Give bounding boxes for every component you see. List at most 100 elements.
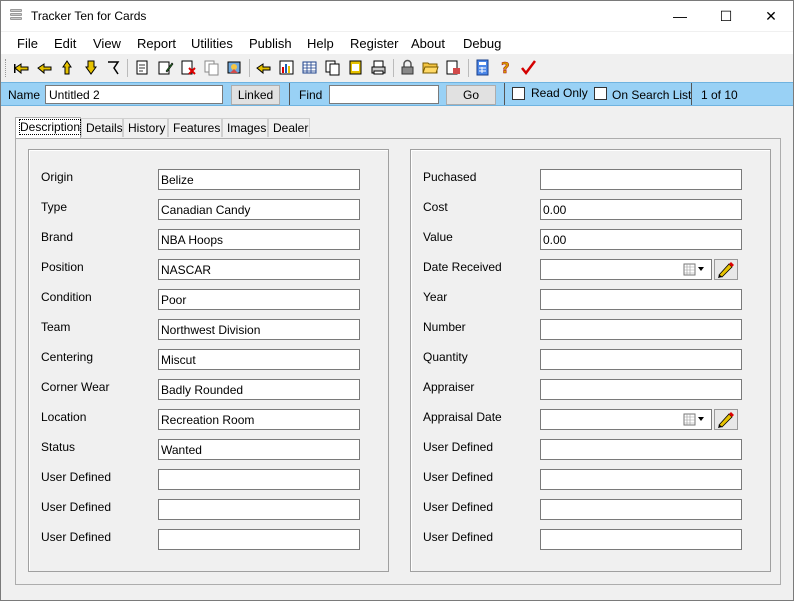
record-position: 1 of 10	[701, 88, 738, 102]
title-bar: Tracker Ten for Cards — ☐ ✕	[1, 1, 793, 31]
film-icon[interactable]	[347, 59, 364, 76]
user-defined-field[interactable]	[540, 529, 742, 550]
calculator-icon[interactable]	[474, 59, 491, 76]
last-record-icon[interactable]	[105, 59, 122, 76]
open-folder-icon[interactable]	[422, 59, 439, 76]
date-received-edit-button[interactable]	[714, 259, 738, 280]
menu-about[interactable]: About	[411, 36, 445, 51]
cost-field[interactable]: 0.00	[540, 199, 742, 220]
origin-field[interactable]: Belize	[158, 169, 360, 190]
user-defined-field[interactable]	[540, 499, 742, 520]
corner-wear-label: Corner Wear	[41, 380, 110, 394]
tab-details[interactable]: Details	[81, 118, 123, 137]
calendar-dropdown-icon[interactable]	[683, 263, 707, 276]
menu-edit[interactable]: Edit	[54, 36, 76, 51]
brand-field[interactable]: NBA Hoops	[158, 229, 360, 250]
read-only-checkbox[interactable]	[512, 87, 525, 100]
user-defined-field[interactable]	[158, 469, 360, 490]
previous-record-icon[interactable]	[36, 59, 53, 76]
user-defined-field[interactable]	[158, 499, 360, 520]
corner-wear-field[interactable]: Badly Rounded	[158, 379, 360, 400]
linked-button[interactable]: Linked	[231, 85, 280, 105]
menu-file[interactable]: File	[17, 36, 38, 51]
user-defined-label: User Defined	[423, 440, 494, 454]
help-icon[interactable]: ?	[497, 59, 514, 76]
menu-view[interactable]: View	[93, 36, 121, 51]
right-field-group: Puchased Cost 0.00 Value 0.00 Date Received Ye…	[410, 149, 771, 572]
first-record-icon[interactable]	[13, 59, 30, 76]
date-received-date-picker[interactable]	[540, 259, 712, 280]
type-label: Type	[41, 200, 68, 214]
pencil-icon	[718, 412, 734, 428]
copy-record-icon[interactable]	[203, 59, 220, 76]
menu-register[interactable]: Register	[350, 36, 398, 51]
type-field[interactable]: Canadian Candy	[158, 199, 360, 220]
condition-label: Condition	[41, 290, 92, 304]
new-record-icon[interactable]	[134, 59, 151, 76]
user-defined-field[interactable]	[158, 529, 360, 550]
user-defined-field[interactable]	[540, 469, 742, 490]
export-icon[interactable]	[445, 59, 462, 76]
year-field[interactable]	[540, 289, 742, 310]
number-field[interactable]	[540, 319, 742, 340]
team-field[interactable]: Northwest Division	[158, 319, 360, 340]
lock-icon[interactable]	[399, 59, 416, 76]
condition-field[interactable]: Poor	[158, 289, 360, 310]
menu-utilities[interactable]: Utilities	[191, 36, 233, 51]
report-icon[interactable]	[278, 59, 295, 76]
quantity-label: Quantity	[423, 350, 468, 364]
user-defined-field[interactable]	[540, 439, 742, 460]
menu-publish[interactable]: Publish	[249, 36, 292, 51]
origin-label: Origin	[41, 170, 74, 184]
left-field-group: Origin Belize Type Canadian Candy Brand NBA H…	[28, 149, 389, 572]
close-button[interactable]: ✕	[748, 1, 794, 31]
appraiser-field[interactable]	[540, 379, 742, 400]
user-defined-label: User Defined	[423, 500, 494, 514]
tab-images[interactable]: Images	[222, 118, 268, 137]
toolbar-separator	[393, 59, 394, 77]
app-icon	[10, 9, 22, 23]
minimize-button[interactable]: —	[657, 1, 703, 31]
toolbar-separator	[249, 59, 250, 77]
tab-history[interactable]: History	[123, 118, 168, 137]
print-icon[interactable]	[370, 59, 387, 76]
menu-help[interactable]: Help	[307, 36, 334, 51]
appraisal-date-date-picker[interactable]	[540, 409, 712, 430]
name-label: Name	[8, 88, 41, 102]
checkmark-icon[interactable]	[520, 59, 537, 76]
maximize-button[interactable]: ☐	[703, 1, 749, 31]
edit-record-icon[interactable]	[157, 59, 174, 76]
pages-icon[interactable]	[324, 59, 341, 76]
find-input[interactable]	[329, 85, 439, 104]
menu-debug[interactable]: Debug	[463, 36, 501, 51]
name-input[interactable]: Untitled 2	[45, 85, 223, 104]
on-search-list-label: On Search List	[612, 88, 692, 102]
status-field[interactable]: Wanted	[158, 439, 360, 460]
on-search-list-checkbox[interactable]	[594, 87, 607, 100]
toolbar-grip[interactable]	[5, 59, 8, 77]
value-label: Value	[423, 230, 453, 244]
tab-dealer[interactable]: Dealer	[268, 118, 310, 137]
appraisal-date-label: Appraisal Date	[423, 410, 502, 424]
quantity-field[interactable]	[540, 349, 742, 370]
delete-record-icon[interactable]	[180, 59, 197, 76]
table-view-icon[interactable]	[301, 59, 318, 76]
tab-description[interactable]: Description	[15, 117, 82, 138]
tab-features[interactable]: Features	[168, 118, 222, 137]
appraiser-label: Appraiser	[423, 380, 475, 394]
calendar-dropdown-icon[interactable]	[683, 413, 707, 426]
position-field[interactable]: NASCAR	[158, 259, 360, 280]
wizard-icon[interactable]	[226, 59, 243, 76]
go-button[interactable]: Go	[446, 85, 496, 105]
list-search-icon[interactable]	[255, 59, 272, 76]
team-label: Team	[41, 320, 71, 334]
next-record-icon[interactable]	[82, 59, 99, 76]
appraisal-date-edit-button[interactable]	[714, 409, 738, 430]
menu-report[interactable]: Report	[137, 36, 176, 51]
value-field[interactable]: 0.00	[540, 229, 742, 250]
centering-field[interactable]: Miscut	[158, 349, 360, 370]
puchased-field[interactable]	[540, 169, 742, 190]
location-field[interactable]: Recreation Room	[158, 409, 360, 430]
up-record-icon[interactable]	[59, 59, 76, 76]
tab-label: Description	[18, 119, 82, 135]
